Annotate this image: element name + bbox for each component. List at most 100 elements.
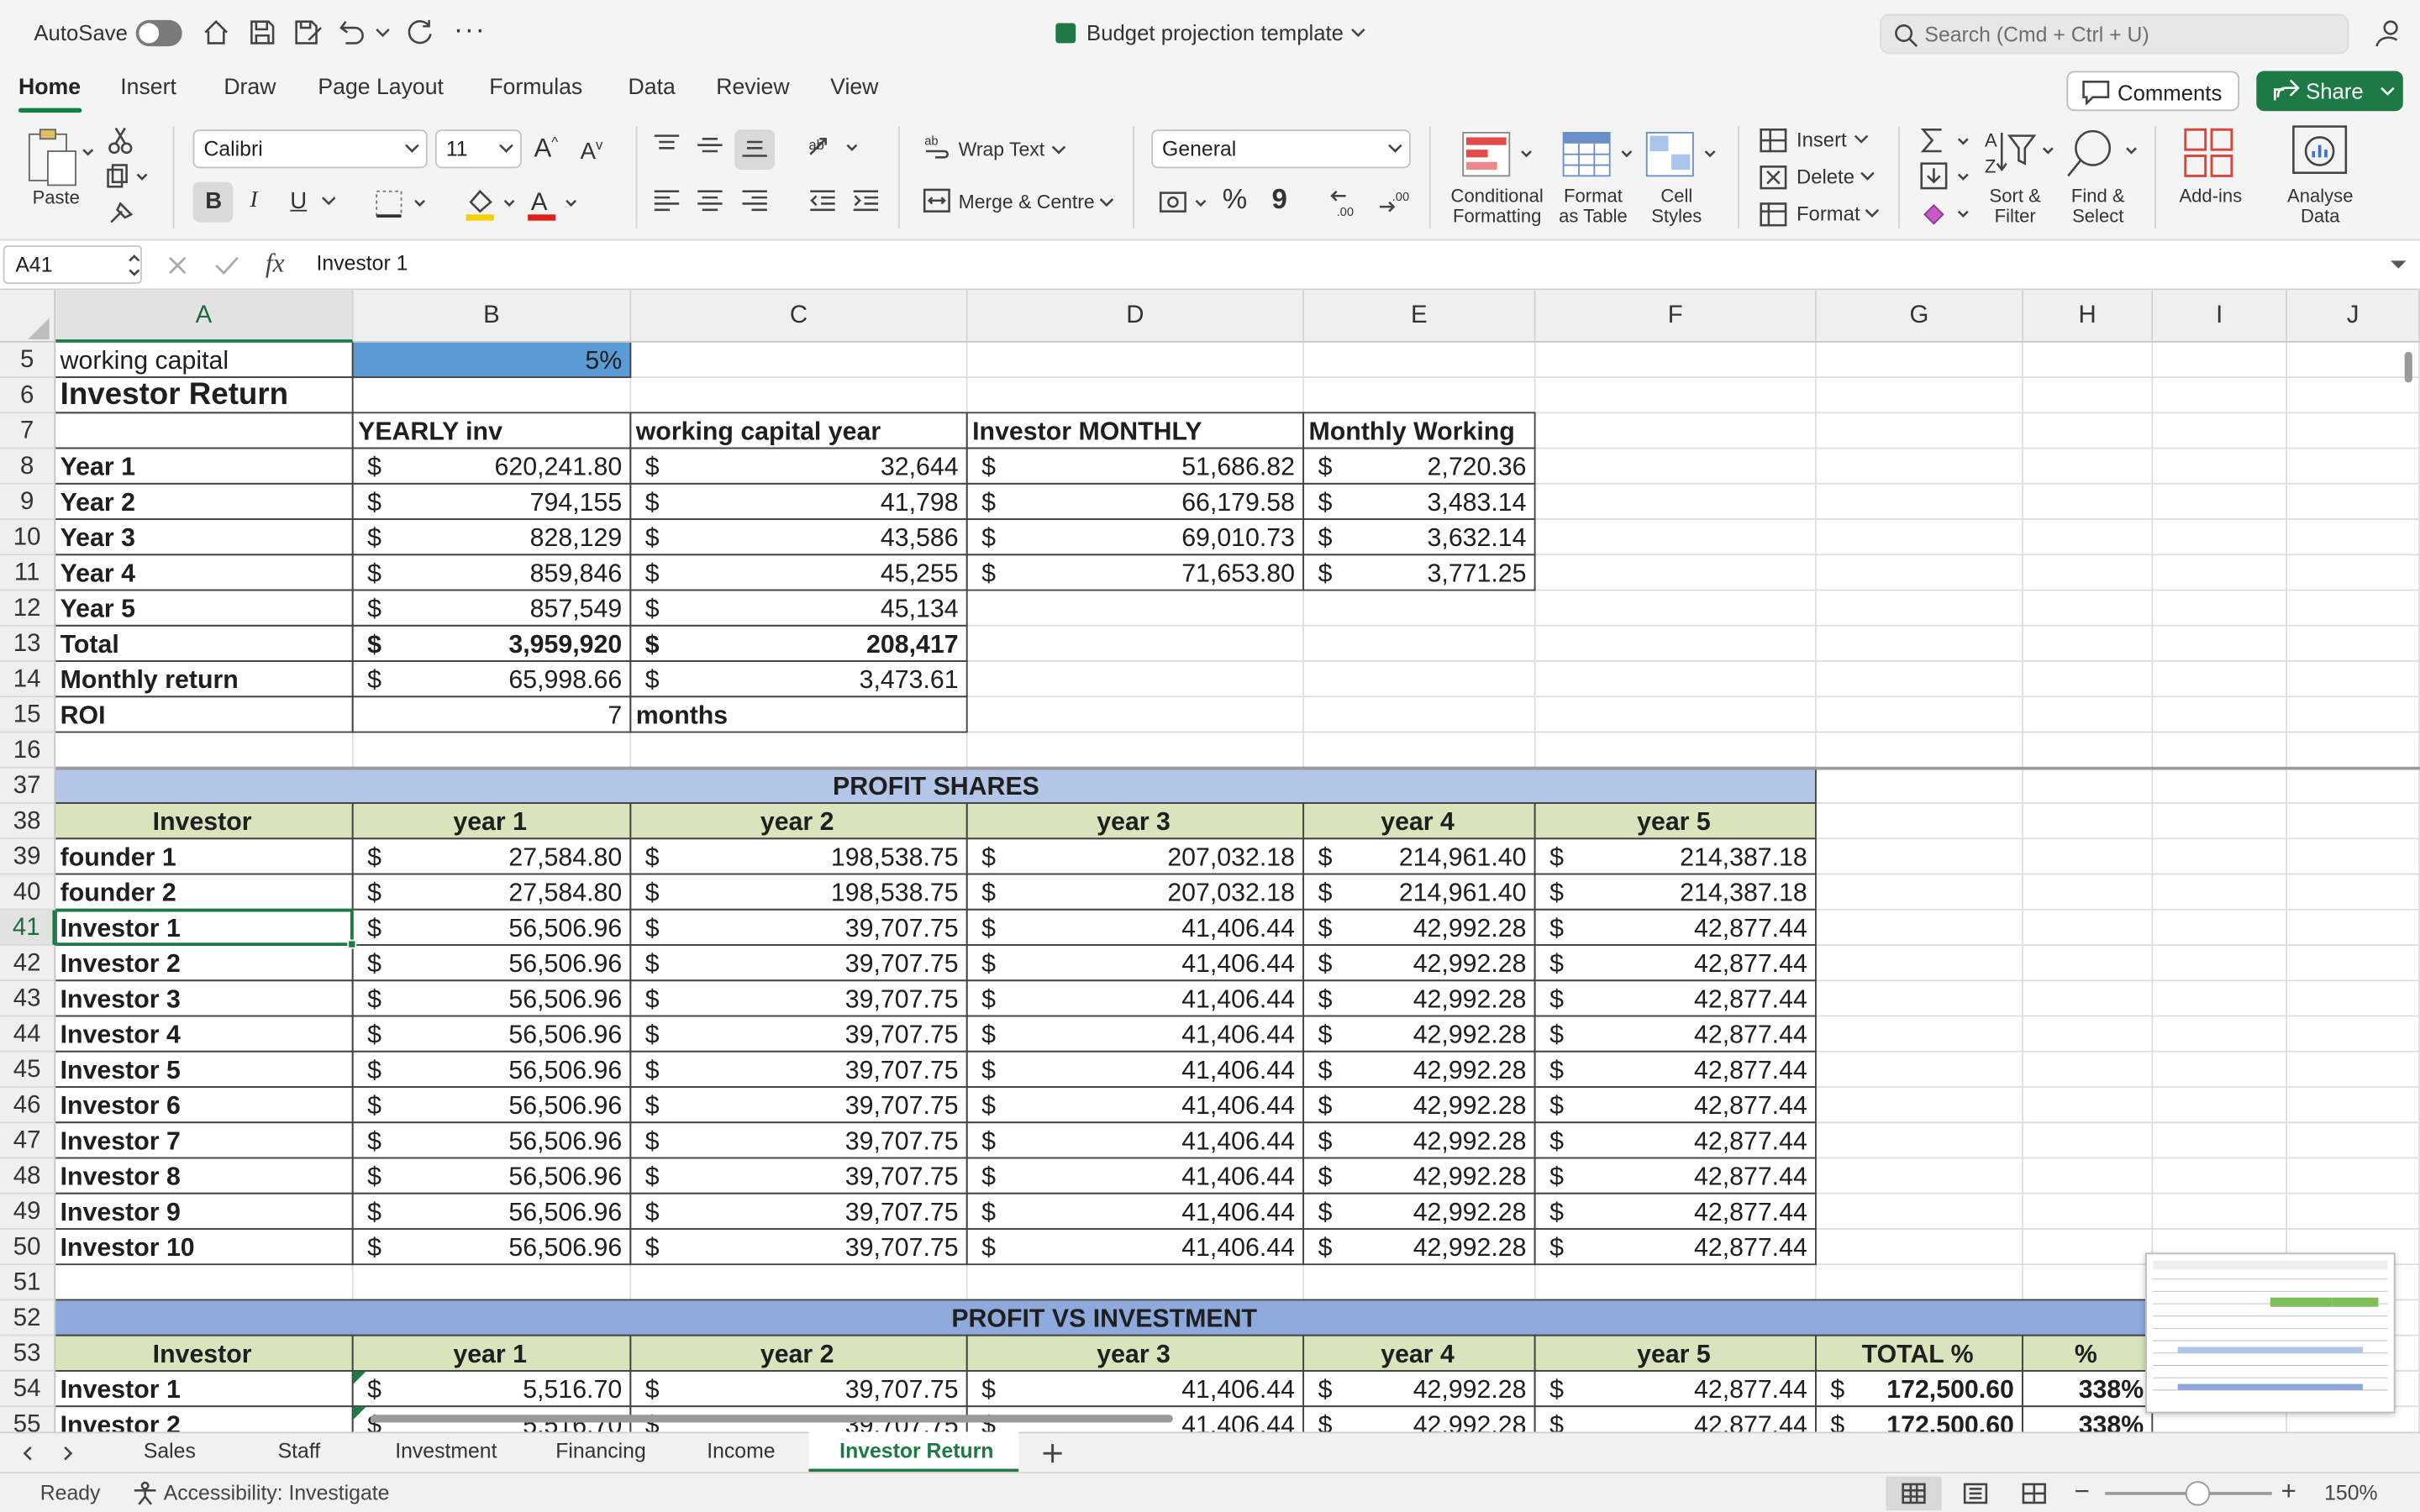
delete-cells-button[interactable]: Delete — [1797, 166, 1854, 186]
row-header-39[interactable]: 39 — [0, 839, 56, 875]
number-format-select[interactable]: General — [1151, 129, 1411, 169]
select-all-corner[interactable] — [0, 290, 56, 343]
document-title[interactable]: Budget projection template — [1086, 20, 1344, 45]
tab-page-layout[interactable]: Page Layout — [318, 76, 444, 100]
paste-chevron-icon[interactable] — [82, 148, 94, 157]
tab-draw[interactable]: Draw — [224, 76, 276, 100]
save-as-icon[interactable] — [293, 18, 324, 46]
next-sheet-icon[interactable] — [61, 1446, 74, 1461]
column-header-j[interactable]: J — [2287, 290, 2420, 343]
cancel-icon[interactable] — [166, 255, 188, 276]
wrap-chevron-icon[interactable] — [1051, 145, 1066, 158]
row-header-45[interactable]: 45 — [0, 1052, 56, 1088]
sheet-tab-sales[interactable]: Sales — [144, 1440, 196, 1463]
row-header-15[interactable]: 15 — [0, 697, 56, 733]
row-header-43[interactable]: 43 — [0, 981, 56, 1017]
page-layout-view-icon[interactable] — [1963, 1483, 1988, 1504]
row-header-51[interactable]: 51 — [0, 1265, 56, 1301]
error-indicator-icon[interactable] — [353, 1407, 366, 1420]
error-indicator-icon[interactable] — [353, 1371, 366, 1384]
cell-styles-icon[interactable] — [1644, 129, 1721, 181]
comma-style-button[interactable]: 9 — [1271, 185, 1286, 213]
zoom-in-button[interactable]: + — [2281, 1477, 2296, 1508]
font-color-icon[interactable]: A — [524, 185, 580, 222]
cut-icon[interactable] — [108, 127, 133, 155]
merge-centre-button[interactable]: Merge & Centre — [959, 192, 1095, 213]
column-header-b[interactable]: B — [353, 290, 632, 343]
percent-button[interactable]: % — [1223, 185, 1247, 213]
decrease-decimal-icon[interactable]: .00 — [1376, 188, 1410, 219]
horizontal-scrollbar-thumb[interactable] — [370, 1415, 1173, 1423]
underline-chevron-icon[interactable] — [321, 196, 336, 208]
row-header-41[interactable]: 41 — [0, 910, 56, 946]
orientation-icon[interactable]: ab — [806, 133, 861, 160]
zoom-slider-handle[interactable] — [2185, 1481, 2211, 1506]
comments-button[interactable]: Comments — [2066, 71, 2240, 112]
column-header-g[interactable]: G — [1816, 290, 2023, 343]
tab-formulas[interactable]: Formulas — [489, 76, 582, 100]
find-select-icon[interactable] — [2065, 127, 2143, 182]
paste-icon[interactable] — [24, 127, 83, 188]
enter-icon[interactable] — [214, 255, 239, 276]
row-header-11[interactable]: 11 — [0, 555, 56, 591]
row-header-16[interactable]: 16 — [0, 732, 56, 769]
worksheet-grid[interactable]: working capital 5% Investor Return YEARLY i… — [0, 290, 2420, 1432]
row-header-7[interactable]: 7 — [0, 413, 56, 449]
undo-icon[interactable] — [338, 18, 366, 46]
column-header-a[interactable]: A — [55, 290, 354, 343]
row-header-38[interactable]: 38 — [0, 803, 56, 840]
accessibility-status[interactable]: Accessibility: Investigate — [164, 1481, 390, 1504]
autosum-icon[interactable] — [1920, 127, 1972, 158]
search-box[interactable]: Search (Cmd + Ctrl + U) — [1880, 13, 2349, 55]
row-header-13[interactable]: 13 — [0, 626, 56, 662]
wrap-text-button[interactable]: Wrap Text — [959, 139, 1045, 160]
tab-insert[interactable]: Insert — [120, 76, 176, 100]
column-header-e[interactable]: E — [1304, 290, 1536, 343]
row-header-50[interactable]: 50 — [0, 1229, 56, 1266]
column-header-d[interactable]: D — [967, 290, 1305, 343]
more-icon[interactable]: ··· — [454, 14, 487, 47]
tab-data[interactable]: Data — [629, 76, 676, 100]
format-painter-icon[interactable] — [108, 201, 136, 225]
row-header-5[interactable]: 5 — [0, 342, 56, 378]
sheet-tab-financing[interactable]: Financing — [555, 1440, 646, 1463]
row-header-48[interactable]: 48 — [0, 1158, 56, 1194]
redo-icon[interactable] — [406, 18, 434, 46]
merge-icon[interactable] — [923, 188, 950, 213]
insert-chevron-icon[interactable] — [1854, 134, 1869, 147]
sheet-tab-staff[interactable]: Staff — [278, 1440, 321, 1463]
row-header-54[interactable]: 54 — [0, 1371, 56, 1408]
conditional-formatting-icon[interactable] — [1460, 129, 1538, 181]
clear-icon[interactable] — [1920, 199, 1972, 230]
fill-icon[interactable] — [1920, 162, 1972, 193]
column-header-h[interactable]: H — [2023, 290, 2154, 343]
row-header-37[interactable]: 37 — [0, 768, 56, 804]
decrease-indent-icon[interactable] — [808, 188, 836, 213]
underline-button[interactable]: U — [290, 190, 307, 213]
insert-cells-button[interactable]: Insert — [1797, 129, 1847, 150]
formula-input[interactable]: Investor 1 — [317, 251, 408, 275]
share-button[interactable]: Share — [2256, 71, 2403, 112]
format-as-table-icon[interactable] — [1560, 129, 1638, 181]
title-chevron-icon[interactable] — [1350, 28, 1365, 40]
row-header-14[interactable]: 14 — [0, 661, 56, 698]
column-header-f[interactable]: F — [1535, 290, 1817, 343]
page-break-view-icon[interactable] — [2022, 1483, 2046, 1504]
increase-indent-icon[interactable] — [852, 188, 880, 213]
delete-chevron-icon[interactable] — [1860, 171, 1875, 184]
add-sheet-icon[interactable] — [1042, 1442, 1064, 1464]
accounting-format-icon[interactable] — [1158, 188, 1213, 219]
sort-filter-icon[interactable]: AZ — [1981, 127, 2059, 182]
tab-review[interactable]: Review — [716, 76, 789, 100]
row-header-40[interactable]: 40 — [0, 874, 56, 911]
account-icon[interactable] — [2372, 18, 2403, 50]
row-header-52[interactable]: 52 — [0, 1300, 56, 1336]
autosave-toggle[interactable] — [135, 19, 182, 47]
row-header-49[interactable]: 49 — [0, 1194, 56, 1230]
font-size-select[interactable]: 11 — [434, 129, 522, 169]
align-center-icon[interactable] — [696, 188, 723, 213]
increase-font-icon[interactable]: A^ — [534, 133, 559, 161]
column-header-i[interactable]: I — [2153, 290, 2288, 343]
tab-view[interactable]: View — [830, 76, 878, 100]
prev-sheet-icon[interactable] — [22, 1446, 34, 1461]
